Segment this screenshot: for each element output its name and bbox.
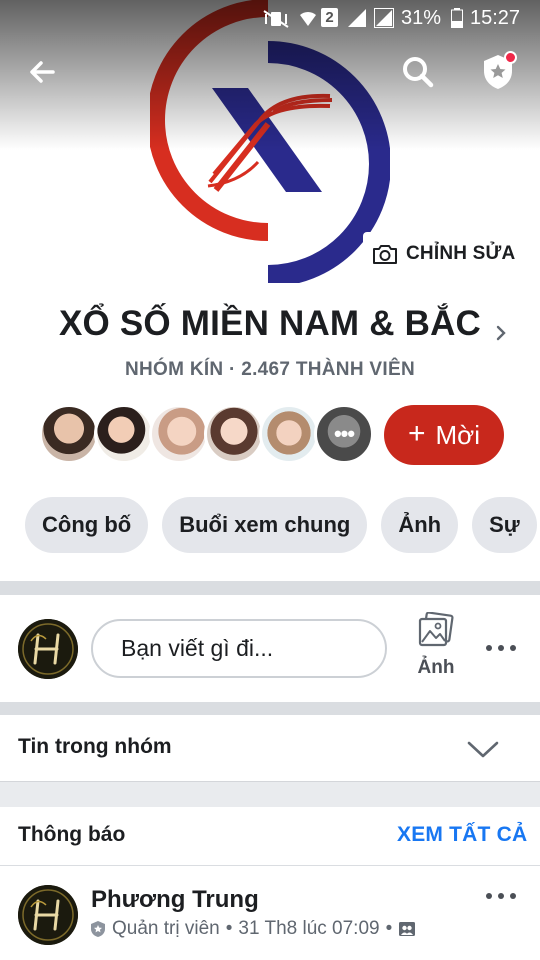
tab-photos[interactable]: Ảnh <box>381 497 459 553</box>
sim-indicator: 2 <box>321 8 338 27</box>
cover-photo[interactable]: 2 31% 15:27 CHỈNH SỬA <box>0 0 540 283</box>
member-avatar[interactable] <box>259 404 319 464</box>
section-divider-line <box>0 781 540 782</box>
admin-tools-button[interactable] <box>478 51 518 92</box>
section-divider <box>0 702 540 715</box>
avatar-monogram <box>18 619 78 679</box>
dot-icon <box>498 645 504 651</box>
dot-icon <box>510 893 516 899</box>
post-meta: Quản trị viên • 31 Th8 lúc 07:09 • <box>90 918 416 940</box>
back-arrow-icon <box>30 61 55 83</box>
signal-icon <box>348 9 366 27</box>
member-avatar[interactable] <box>204 404 264 464</box>
group-privacy-members[interactable]: NHÓM KÍN · 2.467 THÀNH VIÊN <box>0 359 540 381</box>
edit-cover-button[interactable]: CHỈNH SỬA <box>363 232 523 276</box>
composer-more-button[interactable] <box>483 638 519 658</box>
search-icon <box>403 57 434 88</box>
dot-icon <box>510 645 516 651</box>
invite-button[interactable]: + Mời <box>384 405 504 465</box>
wifi-icon <box>300 11 316 26</box>
post-author-role: Quản trị viên <box>112 918 220 939</box>
avatar-monogram <box>18 885 78 945</box>
search-button[interactable] <box>398 52 438 92</box>
group-name[interactable]: XỔ SỐ MIỀN NAM & BẮC <box>0 304 540 344</box>
tab-events[interactable]: Sự <box>472 497 537 553</box>
dot-icon <box>486 645 492 651</box>
group-tabs: Công bố Buổi xem chung Ảnh Sự <box>25 497 537 553</box>
battery-icon <box>451 8 463 28</box>
camera-icon <box>373 245 397 264</box>
section-divider <box>0 581 540 595</box>
battery-percent: 31% <box>401 7 442 29</box>
divider-line <box>0 865 540 866</box>
add-photo-button[interactable]: Ảnh <box>411 611 461 682</box>
edit-cover-label: CHỈNH SỬA <box>406 243 516 264</box>
admin-badge-icon <box>91 921 105 937</box>
post-author-avatar[interactable] <box>18 885 78 945</box>
plus-icon: + <box>407 416 426 450</box>
section-divider <box>0 781 540 807</box>
tab-watch-party[interactable]: Buổi xem chung <box>162 497 368 553</box>
clock: 15:27 <box>470 7 521 29</box>
member-avatar[interactable] <box>94 404 154 464</box>
photo-icon <box>418 611 454 647</box>
member-avatar[interactable] <box>39 404 99 464</box>
meta-separator: • <box>385 918 393 939</box>
post-author-name[interactable]: Phương Trung <box>91 886 259 914</box>
dot-icon <box>486 893 492 899</box>
more-members-label: ••• <box>333 421 355 446</box>
status-bar: 2 31% 15:27 <box>0 0 540 38</box>
meta-separator: • <box>225 918 233 939</box>
user-avatar[interactable] <box>18 619 78 679</box>
back-button[interactable] <box>22 52 62 92</box>
group-posts-filter[interactable]: Tin trong nhóm <box>18 735 172 759</box>
notification-dot <box>504 51 517 64</box>
dot-icon <box>498 893 504 899</box>
group-audience-icon <box>399 922 416 936</box>
post-composer-input[interactable]: Bạn viết gì đi... <box>91 619 387 678</box>
signal-icon-2 <box>374 8 394 28</box>
tab-announcements[interactable]: Công bố <box>25 497 149 553</box>
more-members-button[interactable]: ••• <box>314 404 374 464</box>
see-all-link[interactable]: XEM TẤT CẢ <box>397 823 527 847</box>
add-photo-label: Ảnh <box>417 657 455 678</box>
invite-label: Mời <box>435 419 480 450</box>
announcements-title: Thông báo <box>18 823 126 846</box>
post-timestamp[interactable]: 31 Th8 lúc 07:09 <box>238 918 379 940</box>
member-avatar[interactable] <box>149 404 209 464</box>
post-more-button[interactable] <box>483 886 519 906</box>
chevron-right-icon[interactable] <box>492 320 510 346</box>
chevron-down-icon[interactable] <box>466 738 500 760</box>
vibrate-mute-icon <box>263 10 289 28</box>
